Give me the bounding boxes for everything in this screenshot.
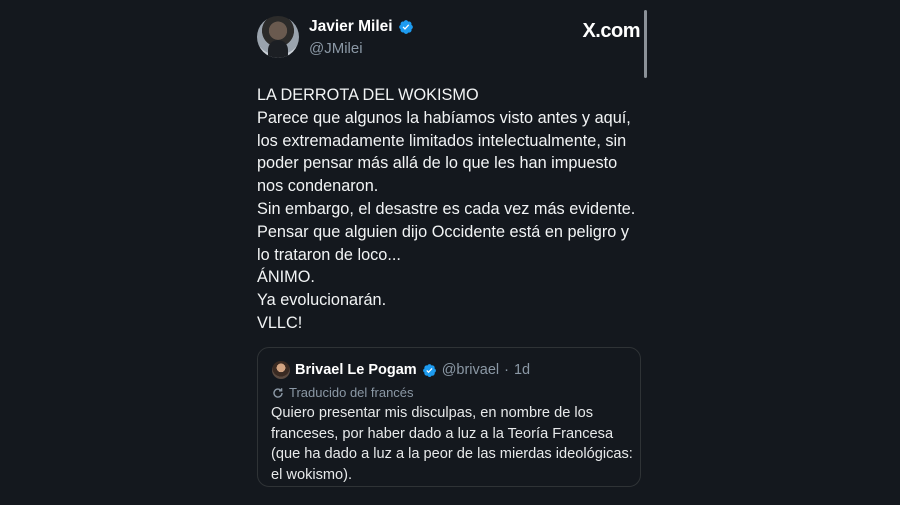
translated-note: Traducido del francés: [272, 385, 414, 400]
tweet-line: VLLC!: [257, 313, 303, 332]
translate-icon: [273, 387, 283, 398]
tweet-header: Javier Milei @JMilei X.com: [257, 16, 640, 60]
tweet-line: Parece que algunos la habíamos visto ant…: [257, 108, 631, 127]
author-handle[interactable]: @JMilei: [309, 40, 414, 57]
quoted-line: el wokismo).: [271, 466, 353, 483]
tweet-line: nos condenaron.: [257, 177, 379, 196]
verified-badge-icon: [422, 363, 436, 377]
quoted-line: (que ha dado a luz a la peor de las mier…: [271, 446, 633, 462]
tweet-line: LA DERROTA DEL WOKISMO: [257, 86, 479, 104]
quoted-line: franceses, por haber dado a luz a la Teo…: [271, 425, 614, 442]
tweet-line: Ya evolucionarán.: [257, 291, 387, 310]
tweet-line: Pensar que alguien dijo Occidente está e…: [257, 222, 629, 241]
dot-separator: ·: [504, 362, 509, 378]
author-name[interactable]: Javier Milei: [309, 18, 393, 36]
tweet-line: poder pensar más allá de lo que les han …: [257, 154, 618, 173]
quoted-line: Quiero presentar mis disculpas, en nombr…: [271, 405, 594, 421]
quoted-text: Quiero presentar mis disculpas, en nombr…: [271, 403, 635, 485]
scrollbar[interactable]: [644, 10, 647, 78]
quoted-tweet-card[interactable]: Brivael Le Pogam @brivael · 1d Traducido…: [257, 347, 641, 487]
tweet-line: los extremadamente limitados intelectual…: [257, 131, 627, 150]
verified-badge-icon: [398, 20, 413, 34]
tweet-line: lo trataron de loco...: [257, 245, 401, 264]
quoted-header: Brivael Le Pogam @brivael · 1d: [272, 361, 530, 379]
translated-label: Traducido del francés: [289, 385, 414, 400]
tweet-line: ÁNIMO.: [257, 268, 315, 287]
quoted-timestamp[interactable]: 1d: [514, 362, 530, 378]
tweet-text: LA DERROTA DEL WOKISMO Parece que alguno…: [257, 84, 647, 335]
x-brand-logo: X.com: [582, 20, 640, 42]
author-block: Javier Milei @JMilei: [309, 18, 414, 57]
avatar[interactable]: [257, 16, 299, 58]
quoted-avatar[interactable]: [272, 361, 290, 379]
quoted-author-handle[interactable]: @brivael: [442, 362, 499, 378]
quoted-author-name[interactable]: Brivael Le Pogam: [295, 362, 417, 378]
tweet-line: Sin embargo, el desastre es cada vez más…: [257, 199, 636, 218]
